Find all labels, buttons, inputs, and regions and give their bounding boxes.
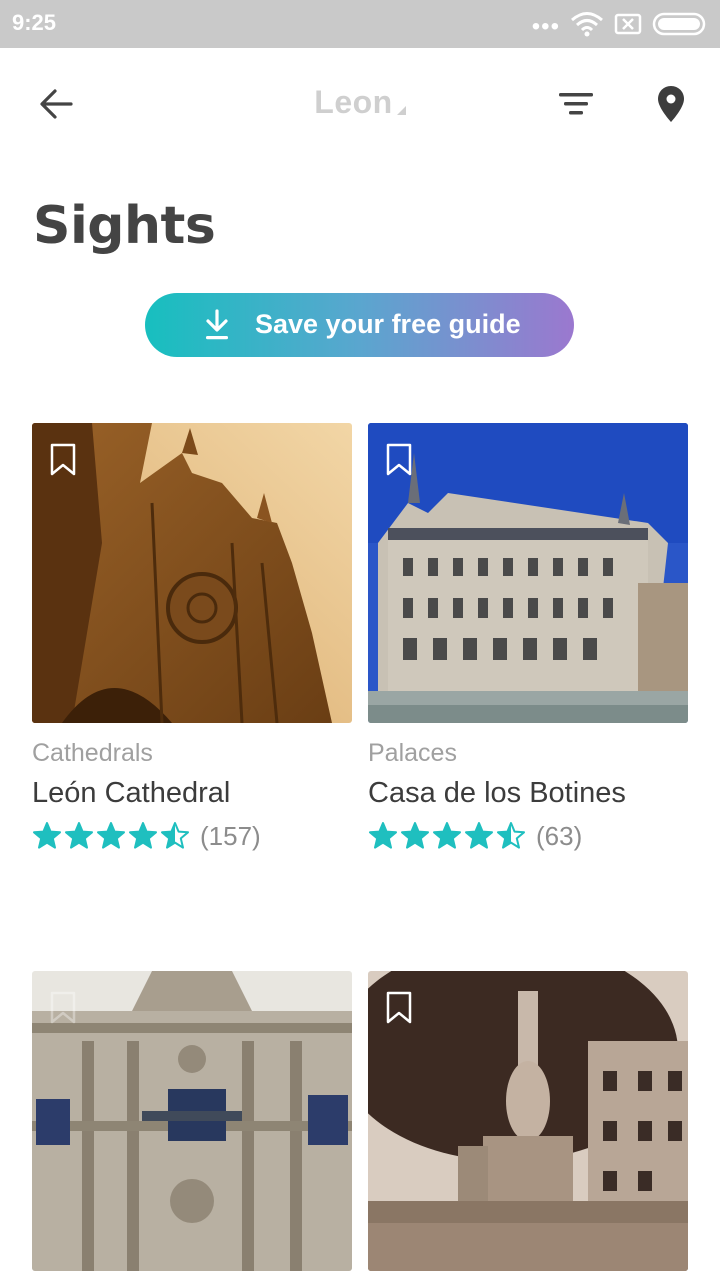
sight-category: Palaces bbox=[368, 739, 457, 767]
facade-photo bbox=[32, 971, 352, 1271]
sight-card-leon-cathedral[interactable]: Cathedrals León Cathedral (157) bbox=[32, 423, 352, 851]
save-free-guide-button[interactable]: Save your free guide bbox=[145, 293, 574, 357]
star-half-icon bbox=[497, 822, 525, 849]
star-full-icon bbox=[129, 822, 157, 849]
review-count: (157) bbox=[200, 820, 261, 851]
review-count: (63) bbox=[536, 820, 583, 851]
bookmark-icon[interactable] bbox=[50, 991, 76, 1025]
sight-category: Cathedrals bbox=[32, 739, 153, 767]
bookmark-icon[interactable] bbox=[50, 443, 76, 477]
no-sim-icon bbox=[614, 13, 642, 35]
sight-card[interactable] bbox=[368, 971, 688, 1271]
bookmark-icon[interactable] bbox=[386, 443, 412, 477]
page-title: Sights bbox=[33, 196, 216, 256]
star-full-icon bbox=[369, 822, 397, 849]
status-time: 9:25 bbox=[12, 10, 57, 35]
star-full-icon bbox=[33, 822, 61, 849]
sight-name: Casa de los Botines bbox=[368, 777, 626, 809]
status-icons: ••• bbox=[532, 8, 708, 40]
star-full-icon bbox=[433, 822, 461, 849]
star-half-icon bbox=[161, 822, 189, 849]
sight-rating: (63) bbox=[368, 819, 582, 853]
star-full-icon bbox=[65, 822, 93, 849]
filter-icon bbox=[559, 93, 593, 115]
battery-icon bbox=[652, 12, 706, 36]
status-bar: 9:25 ••• bbox=[0, 0, 720, 48]
palace-photo bbox=[368, 423, 688, 723]
star-full-icon bbox=[465, 822, 493, 849]
sight-name: León Cathedral bbox=[32, 777, 231, 809]
map-pin-icon bbox=[658, 86, 684, 122]
sight-photo bbox=[368, 423, 688, 723]
bookmark-icon[interactable] bbox=[386, 991, 412, 1025]
sight-photo bbox=[32, 423, 352, 723]
sight-rating: (157) bbox=[32, 819, 261, 853]
sight-photo bbox=[368, 971, 688, 1271]
sight-card-casa-de-los-botines[interactable]: Palaces Casa de los Botines (63) bbox=[368, 423, 688, 851]
city-title: Leon bbox=[314, 84, 393, 120]
filter-button[interactable] bbox=[548, 76, 604, 132]
save-free-guide-label: Save your free guide bbox=[255, 309, 521, 339]
download-icon bbox=[206, 309, 228, 340]
sight-photo bbox=[32, 971, 352, 1271]
wifi-icon bbox=[571, 12, 603, 37]
rating-stars bbox=[32, 821, 190, 851]
sight-card[interactable] bbox=[32, 971, 352, 1271]
cathedral-photo bbox=[32, 423, 352, 723]
star-full-icon bbox=[401, 822, 429, 849]
rating-stars bbox=[368, 821, 526, 851]
caret-down-icon bbox=[396, 106, 406, 115]
map-button[interactable] bbox=[643, 76, 699, 132]
city-selector[interactable]: Leon bbox=[0, 84, 720, 121]
fountain-photo bbox=[368, 971, 688, 1271]
app-bar: Leon bbox=[0, 48, 720, 160]
more-dots-icon: ••• bbox=[531, 13, 560, 40]
star-full-icon bbox=[97, 822, 125, 849]
